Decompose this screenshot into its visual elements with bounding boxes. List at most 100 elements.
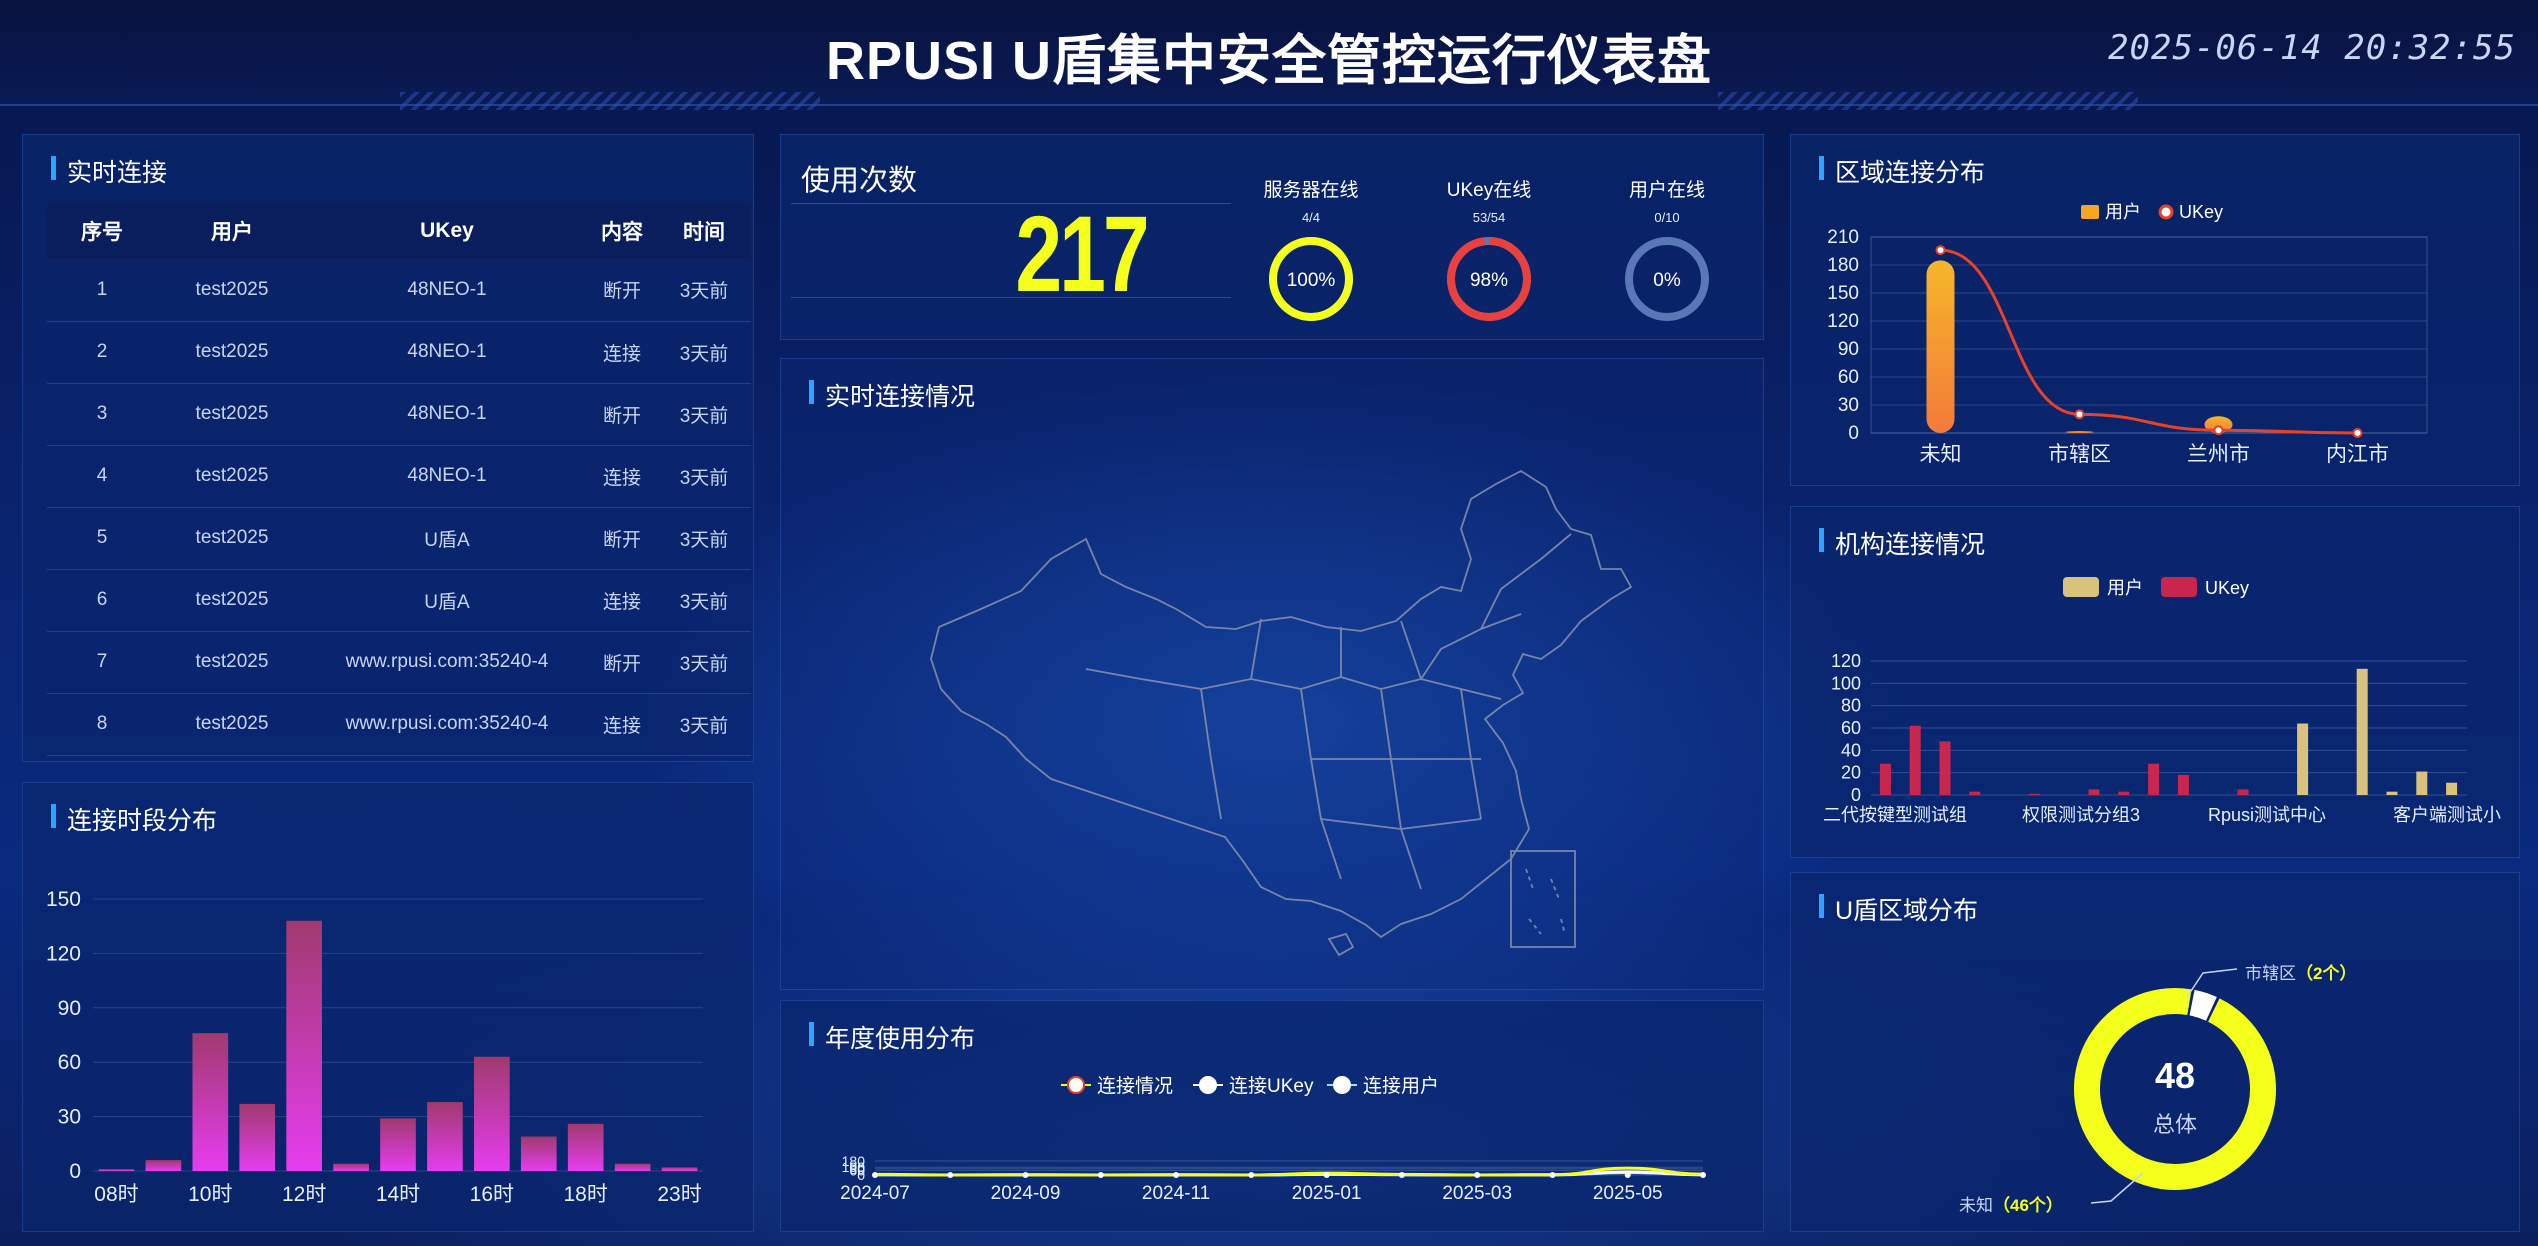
legend-swatch-ukey[interactable] [2158, 204, 2174, 220]
ring-percent: 98% [1470, 270, 1508, 291]
org-bar-ukey [1969, 791, 1981, 795]
hour-bar [145, 1160, 182, 1171]
year-point [1549, 1172, 1556, 1178]
shield-label-unknown-count: （46个） [1993, 1196, 2063, 1215]
hour-bar [567, 1123, 604, 1171]
year-point [1700, 1172, 1706, 1178]
china-map-outline [930, 469, 1633, 939]
y-tick-label: 180 [1827, 255, 1859, 276]
ring-fraction: 0/10 [1654, 210, 1680, 225]
province-lines [1085, 533, 1572, 890]
table-row: 6 test2025 U盾A 连接 3天前 [47, 569, 751, 632]
legend-marker[interactable] [1333, 1076, 1351, 1094]
region-combo-chart: 用户 UKey 0 30 60 90 120 150 180 210 未知 市辖区 兰州市 内江市 [1827, 202, 2428, 466]
region-connections-panel: 区域连接分布 用户 UKey 0 30 60 90 120 150 180 210 未知 市辖区 兰州市… [1790, 134, 2520, 486]
org-bar-ukey [2088, 789, 2100, 795]
legend-label[interactable]: 连接用户 [1363, 1075, 1439, 1097]
table-row: 8 test2025 www.rpusi.com:35240-4 连接 3天前 [47, 693, 751, 756]
legend-label-ukey[interactable]: UKey [2179, 202, 2223, 222]
hour-bar [520, 1136, 557, 1171]
cell-user: test2025 [157, 445, 307, 508]
year-point [1398, 1172, 1405, 1178]
cell-user: test2025 [157, 259, 307, 322]
ring-gauge: 0% [1625, 237, 1709, 321]
ring-percent: 0% [1653, 270, 1681, 291]
x-tick-label: 2025-01 [1292, 1183, 1362, 1204]
x-tick-label: 兰州市 [2187, 443, 2250, 466]
x-tick-label: 客户端测试小 [2393, 805, 2501, 825]
donut-slice [2189, 989, 2217, 1021]
legend-label[interactable]: 连接UKey [1229, 1075, 1314, 1097]
hour-bar [427, 1102, 463, 1171]
legend-swatch-user[interactable] [2063, 577, 2099, 597]
hour-bar [239, 1103, 276, 1171]
realtime-map-panel: 实时连接情况 [780, 358, 1764, 990]
cell-ukey: www.rpusi.com:35240-4 [307, 631, 587, 694]
cell-index: 6 [47, 569, 157, 632]
org-bar-ukey [2028, 793, 2040, 795]
y-tick-label: 90 [58, 997, 81, 1020]
x-tick-label: 2024-11 [1142, 1183, 1210, 1204]
hour-bar [286, 920, 322, 1171]
x-tick-label: 内江市 [2326, 443, 2389, 466]
cell-index: 4 [47, 445, 157, 508]
col-header-time: 时间 [657, 203, 751, 259]
legend-label-user[interactable]: 用户 [2107, 578, 2143, 598]
y-tick-label: 30 [58, 1106, 81, 1129]
hour-bar [380, 1118, 416, 1171]
y-tick-label: 60 [1838, 367, 1859, 388]
cell-content: 连接 [587, 445, 657, 508]
org-bar-ukey [1909, 725, 1921, 795]
year-line-chart: 连接情况 连接UKey 连接用户060801001802024-07 2024-09 2… [840, 1075, 1706, 1204]
south-china-sea-inset [1510, 850, 1576, 948]
hainan-island [1327, 932, 1355, 957]
hour-bar [614, 1163, 651, 1171]
online-ring-1: UKey在线 53/54 [1419, 175, 1559, 225]
x-tick-label: 16时 [470, 1183, 514, 1206]
legend-marker[interactable] [1199, 1076, 1217, 1094]
ring-fraction: 4/4 [1301, 210, 1321, 225]
legend-label-ukey[interactable]: UKey [2205, 578, 2249, 598]
y-tick-label: 180 [842, 1153, 866, 1169]
shield-label-urban-count: （2个） [2296, 964, 2357, 983]
legend-label-user[interactable]: 用户 [2105, 202, 2141, 222]
org-bar-ukey [1939, 741, 1951, 795]
shield-total-label: 总体 [2152, 1112, 2197, 1137]
ukey-point [1935, 245, 1946, 256]
cell-time: 3天前 [657, 631, 751, 694]
realtime-connections-panel: 实时连接 序号 用户 UKey 内容 时间 1 test2025 48NEO-1 断开… [22, 134, 754, 762]
hour-bar [661, 1167, 698, 1171]
y-tick-label: 90 [1838, 339, 1859, 360]
cell-time: 3天前 [657, 383, 751, 446]
hour-distribution-panel: 连接时段分布 0 30 60 90 120 150 08时 10时 12时 14时 16时 18时 23… [22, 782, 754, 1232]
y-tick-label: 80 [1841, 696, 1861, 716]
y-tick-label: 0 [69, 1160, 81, 1183]
legend-swatch-user[interactable] [2081, 205, 2099, 219]
shield-label-unknown-name: 未知 [1959, 1196, 1993, 1215]
ring-gauge: 100% [1269, 237, 1353, 321]
legend-marker[interactable] [1067, 1076, 1085, 1094]
cell-user: test2025 [157, 631, 307, 694]
ukey-point [2213, 425, 2224, 436]
year-point [1173, 1172, 1180, 1178]
legend-swatch-ukey[interactable] [2161, 577, 2197, 597]
year-point [872, 1172, 878, 1178]
x-tick-label: 未知 [1920, 443, 1962, 466]
datetime-display: 2025-06-14 20:32:55 [2108, 28, 2516, 68]
legend-label[interactable]: 连接情况 [1097, 1075, 1173, 1097]
org-bar-user [2386, 791, 2398, 795]
shield-label-urban-name: 市辖区 [2245, 964, 2296, 983]
org-bar-ukey [1879, 763, 1891, 795]
cell-user: test2025 [157, 507, 307, 570]
y-tick-label: 0 [1851, 785, 1861, 805]
table-row: 4 test2025 48NEO-1 连接 3天前 [47, 445, 751, 508]
cell-index: 1 [47, 259, 157, 322]
header-bar: RPUSI U盾集中安全管控运行仪表盘 2025-06-14 20:32:55 [0, 0, 2538, 110]
usage-count-label: 使用次数 [801, 165, 918, 197]
org-bar-ukey [2177, 774, 2189, 795]
table-row: 1 test2025 48NEO-1 断开 3天前 [47, 259, 751, 322]
china-map [930, 469, 1633, 957]
cell-user: test2025 [157, 693, 307, 756]
y-tick-label: 60 [1841, 718, 1861, 738]
cell-ukey: 48NEO-1 [307, 259, 587, 322]
